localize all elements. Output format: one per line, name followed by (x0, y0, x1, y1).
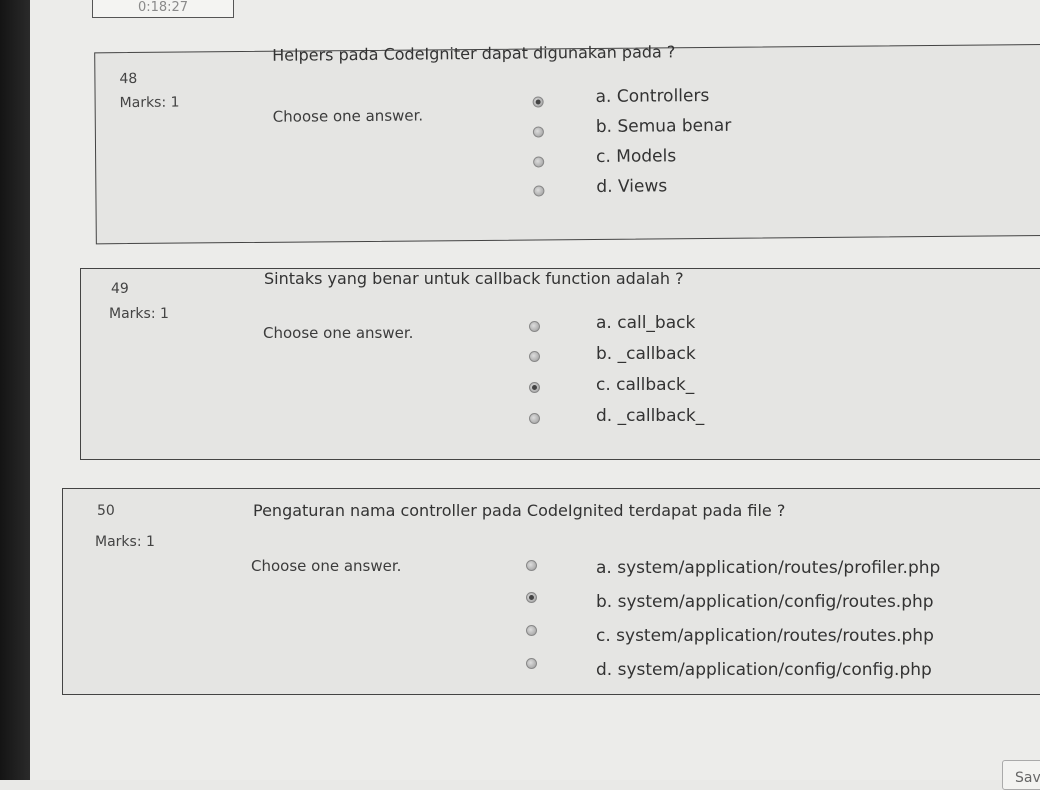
option-c-label[interactable]: c. Models (596, 146, 676, 167)
option-b-radio[interactable] (532, 126, 544, 138)
monitor-bezel (0, 0, 30, 780)
option-d-label[interactable]: d. _callback_ (596, 406, 704, 426)
option-d-label[interactable]: d. system/application/config/config.php (596, 660, 932, 680)
option-c-label[interactable]: c. system/application/routes/routes.php (596, 626, 934, 646)
option-a-radio[interactable] (532, 96, 544, 108)
question-text: Sintaks yang benar untuk callback functi… (264, 269, 684, 288)
save-button[interactable]: Save w (1002, 760, 1040, 790)
option-d-radio[interactable] (533, 185, 545, 197)
question-text: Helpers pada CodeIgniter dapat digunakan… (272, 42, 676, 65)
option-c-radio[interactable] (529, 382, 540, 393)
option-d-radio[interactable] (529, 413, 540, 424)
quiz-page: 0:18:27 48 Marks: 1 Helpers pada CodeIgn… (30, 0, 1040, 790)
question-number: 49 (111, 281, 129, 297)
question-text: Pengaturan nama controller pada CodeIgni… (253, 501, 786, 520)
option-c-radio[interactable] (526, 625, 537, 636)
question-marks: Marks: 1 (119, 94, 180, 112)
option-d-label[interactable]: d. Views (596, 176, 667, 197)
option-d-radio[interactable] (526, 658, 537, 669)
option-b-radio[interactable] (529, 351, 540, 362)
option-a-label[interactable]: a. system/application/routes/profiler.ph… (596, 558, 940, 578)
option-b-radio[interactable] (526, 592, 537, 603)
option-a-radio[interactable] (529, 321, 540, 332)
option-a-radio[interactable] (526, 560, 537, 571)
option-c-radio[interactable] (533, 156, 545, 168)
option-c-label[interactable]: c. callback_ (596, 375, 694, 395)
option-b-label[interactable]: b. _callback (596, 344, 696, 364)
option-b-label[interactable]: b. Semua benar (596, 116, 732, 137)
option-a-label[interactable]: a. call_back (596, 313, 695, 333)
question-marks: Marks: 1 (109, 306, 169, 322)
question-49: 49 Marks: 1 Sintaks yang benar untuk cal… (80, 268, 1040, 460)
question-50: 50 Marks: 1 Pengaturan nama controller p… (62, 488, 1040, 695)
option-a-label[interactable]: a. Controllers (596, 86, 710, 107)
quiz-timer: 0:18:27 (92, 0, 234, 18)
choose-one-answer-label: Choose one answer. (272, 106, 424, 126)
question-48: 48 Marks: 1 Helpers pada CodeIgniter dap… (94, 42, 1040, 245)
question-number: 50 (97, 503, 115, 519)
question-marks: Marks: 1 (95, 534, 155, 550)
option-b-label[interactable]: b. system/application/config/routes.php (596, 592, 934, 612)
choose-one-answer-label: Choose one answer. (263, 324, 414, 342)
question-number: 48 (119, 70, 138, 88)
choose-one-answer-label: Choose one answer. (251, 557, 402, 575)
